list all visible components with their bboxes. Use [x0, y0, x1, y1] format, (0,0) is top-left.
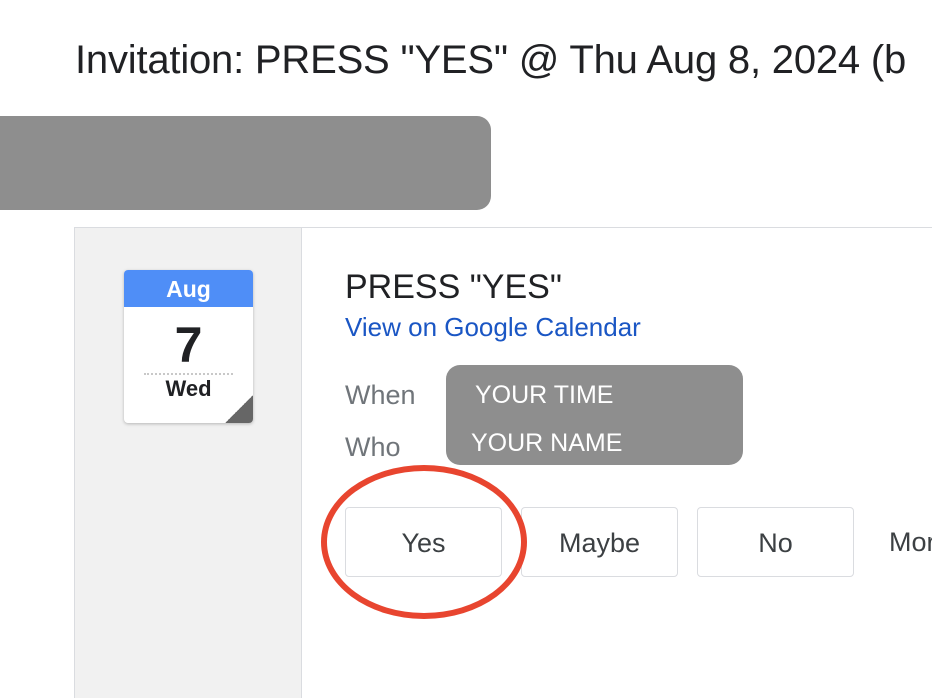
calendar-date-icon: Aug 7 Wed [124, 270, 253, 423]
rsvp-maybe-button[interactable]: Maybe [521, 507, 678, 577]
calendar-month: Aug [124, 270, 253, 307]
when-value: YOUR TIME [475, 381, 614, 409]
rsvp-yes-button[interactable]: Yes [345, 507, 502, 577]
when-label: When [345, 380, 416, 410]
rsvp-no-button[interactable]: No [697, 507, 854, 577]
view-on-google-calendar-link[interactable]: View on Google Calendar [345, 312, 641, 343]
page-fold-highlight [225, 395, 253, 423]
email-view: Invitation: PRESS "YES" @ Thu Aug 8, 202… [0, 0, 932, 698]
event-title: PRESS "YES" [345, 268, 562, 306]
email-subject: Invitation: PRESS "YES" @ Thu Aug 8, 202… [75, 38, 907, 82]
date-column: Aug 7 Wed [75, 228, 302, 698]
redacted-sender-block [0, 116, 491, 210]
rsvp-more-options-button[interactable]: More [873, 507, 932, 577]
who-label: Who [345, 432, 401, 462]
calendar-day: 7 [174, 317, 203, 373]
who-value: YOUR NAME [471, 429, 623, 457]
